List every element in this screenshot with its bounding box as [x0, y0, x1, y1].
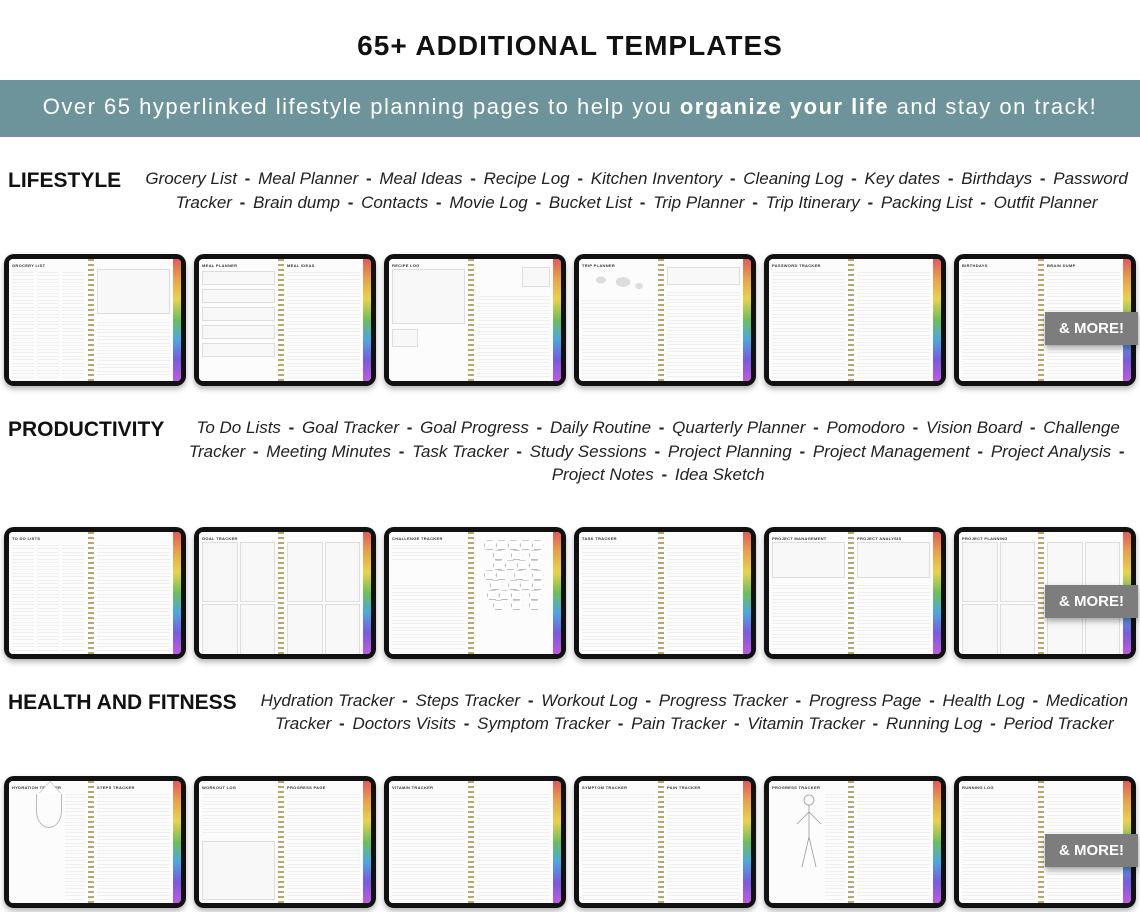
banner-pre: Over 65 hyperlinked lifestyle planning p… — [43, 94, 680, 119]
rainbow-tabs-icon — [553, 532, 561, 653]
thumb-page-title: PROJECT PLANNING — [962, 536, 1035, 541]
template-thumbnail[interactable]: VITAMIN TRACKER — [384, 776, 566, 907]
template-thumbnail[interactable]: PROGRESS TRACKER — [764, 776, 946, 907]
thumb-page-title: PAIN TRACKER — [667, 785, 740, 790]
rainbow-tabs-icon — [743, 781, 751, 902]
thumb-page-title: RUNNING LOG — [962, 785, 1035, 790]
template-thumbnail[interactable]: BIRTHDAYS BRAIN DUMP & MORE! — [954, 254, 1136, 385]
template-thumbnail[interactable]: WORKOUT LOG PROGRESS PAGE — [194, 776, 376, 907]
page-title: 65+ ADDITIONAL TEMPLATES — [0, 30, 1140, 62]
rainbow-tabs-icon — [933, 781, 941, 902]
rainbow-tabs-icon — [553, 781, 561, 902]
section-items: To Do Lists - Goal Tracker - Goal Progre… — [184, 416, 1132, 487]
more-badge: & MORE! — [1045, 312, 1138, 345]
thumb-page-title: BIRTHDAYS — [962, 263, 1035, 268]
thumb-page-title: PROJECT MANAGEMENT — [772, 536, 845, 541]
thumb-page-title: RECIPE LOG — [392, 263, 465, 268]
template-thumbnail[interactable]: PROJECT PLANNING & MORE! — [954, 527, 1136, 658]
thumb-page-title: VITAMIN TRACKER — [392, 785, 465, 790]
thumb-page-title: MEAL PLANNER — [202, 263, 275, 268]
thumb-page-title: CHALLENGE TRACKER — [392, 536, 465, 541]
template-thumbnail[interactable]: SYMPTOM TRACKER PAIN TRACKER — [574, 776, 756, 907]
thumb-page-title: TRIP PLANNER — [582, 263, 655, 268]
rainbow-tabs-icon — [743, 259, 751, 380]
rainbow-tabs-icon — [363, 781, 371, 902]
template-thumbnail[interactable]: RUNNING LOG & MORE! — [954, 776, 1136, 907]
template-thumbnail[interactable]: MEAL PLANNER MEAL IDEAS — [194, 254, 376, 385]
rainbow-tabs-icon — [363, 532, 371, 653]
rainbow-tabs-icon — [173, 781, 181, 902]
rainbow-tabs-icon — [173, 532, 181, 653]
thumb-page-title: WORKOUT LOG — [202, 785, 275, 790]
thumbs-row: TO DO LISTS GOAL TRACKER CHALLENGE TRACKER… — [0, 487, 1140, 658]
section-label: HEALTH AND FITNESS — [8, 689, 237, 715]
banner: Over 65 hyperlinked lifestyle planning p… — [0, 80, 1140, 137]
thumb-page-title: PROJECT ANALYSIS — [857, 536, 930, 541]
world-map-icon — [589, 270, 649, 294]
section-items: Grocery List - Meal Planner - Meal Ideas… — [141, 167, 1132, 215]
thumb-page-title: TO DO LISTS — [12, 536, 85, 541]
rainbow-tabs-icon — [363, 259, 371, 380]
thumbs-row: GROCERY LIST MEAL PLANNER MEAL IDEAS RECIPE… — [0, 214, 1140, 385]
rainbow-tabs-icon — [553, 259, 561, 380]
section-label: LIFESTYLE — [8, 167, 121, 193]
thumb-page-title: PASSWORD TRACKER — [772, 263, 845, 268]
template-thumbnail[interactable]: TASK TRACKER — [574, 527, 756, 658]
thumb-page-title: MEAL IDEAS — [287, 263, 360, 268]
template-thumbnail[interactable]: RECIPE LOG — [384, 254, 566, 385]
body-diagram-icon — [789, 792, 829, 872]
rainbow-tabs-icon — [933, 259, 941, 380]
thumbs-row: HYDRATION TRACKERSTEPS TRACKERWORKOUT LO… — [0, 736, 1140, 907]
template-thumbnail[interactable]: CHALLENGE TRACKER — [384, 527, 566, 658]
banner-post: and stay on track! — [889, 94, 1097, 119]
template-thumbnail[interactable]: TO DO LISTS — [4, 527, 186, 658]
rainbow-tabs-icon — [933, 532, 941, 653]
water-drop-icon — [36, 794, 62, 828]
thumb-page-title: GROCERY LIST — [12, 263, 85, 268]
more-badge: & MORE! — [1045, 585, 1138, 618]
template-thumbnail[interactable]: GOAL TRACKER — [194, 527, 376, 658]
thumb-page-title: STEPS TRACKER — [97, 785, 170, 790]
thumb-page-title: BRAIN DUMP — [1047, 263, 1120, 268]
thumb-page-title: GOAL TRACKER — [202, 536, 275, 541]
thumb-page-title: PROGRESS PAGE — [287, 785, 360, 790]
template-thumbnail[interactable]: PROJECT MANAGEMENT PROJECT ANALYSIS — [764, 527, 946, 658]
section-items: Hydration Tracker - Steps Tracker - Work… — [257, 689, 1132, 737]
more-badge: & MORE! — [1045, 834, 1138, 867]
rainbow-tabs-icon — [173, 259, 181, 380]
template-thumbnail[interactable]: GROCERY LIST — [4, 254, 186, 385]
thumb-page-title: PROGRESS TRACKER — [772, 785, 845, 790]
rainbow-tabs-icon — [743, 532, 751, 653]
template-thumbnail[interactable]: PASSWORD TRACKER — [764, 254, 946, 385]
banner-bold: organize your life — [680, 94, 889, 119]
template-thumbnail[interactable]: HYDRATION TRACKERSTEPS TRACKER — [4, 776, 186, 907]
section-label: PRODUCTIVITY — [8, 416, 164, 442]
thumb-page-title: TASK TRACKER — [582, 536, 655, 541]
thumb-page-title: SYMPTOM TRACKER — [582, 785, 655, 790]
honeycomb-icon — [484, 540, 544, 610]
template-thumbnail[interactable]: TRIP PLANNER — [574, 254, 756, 385]
